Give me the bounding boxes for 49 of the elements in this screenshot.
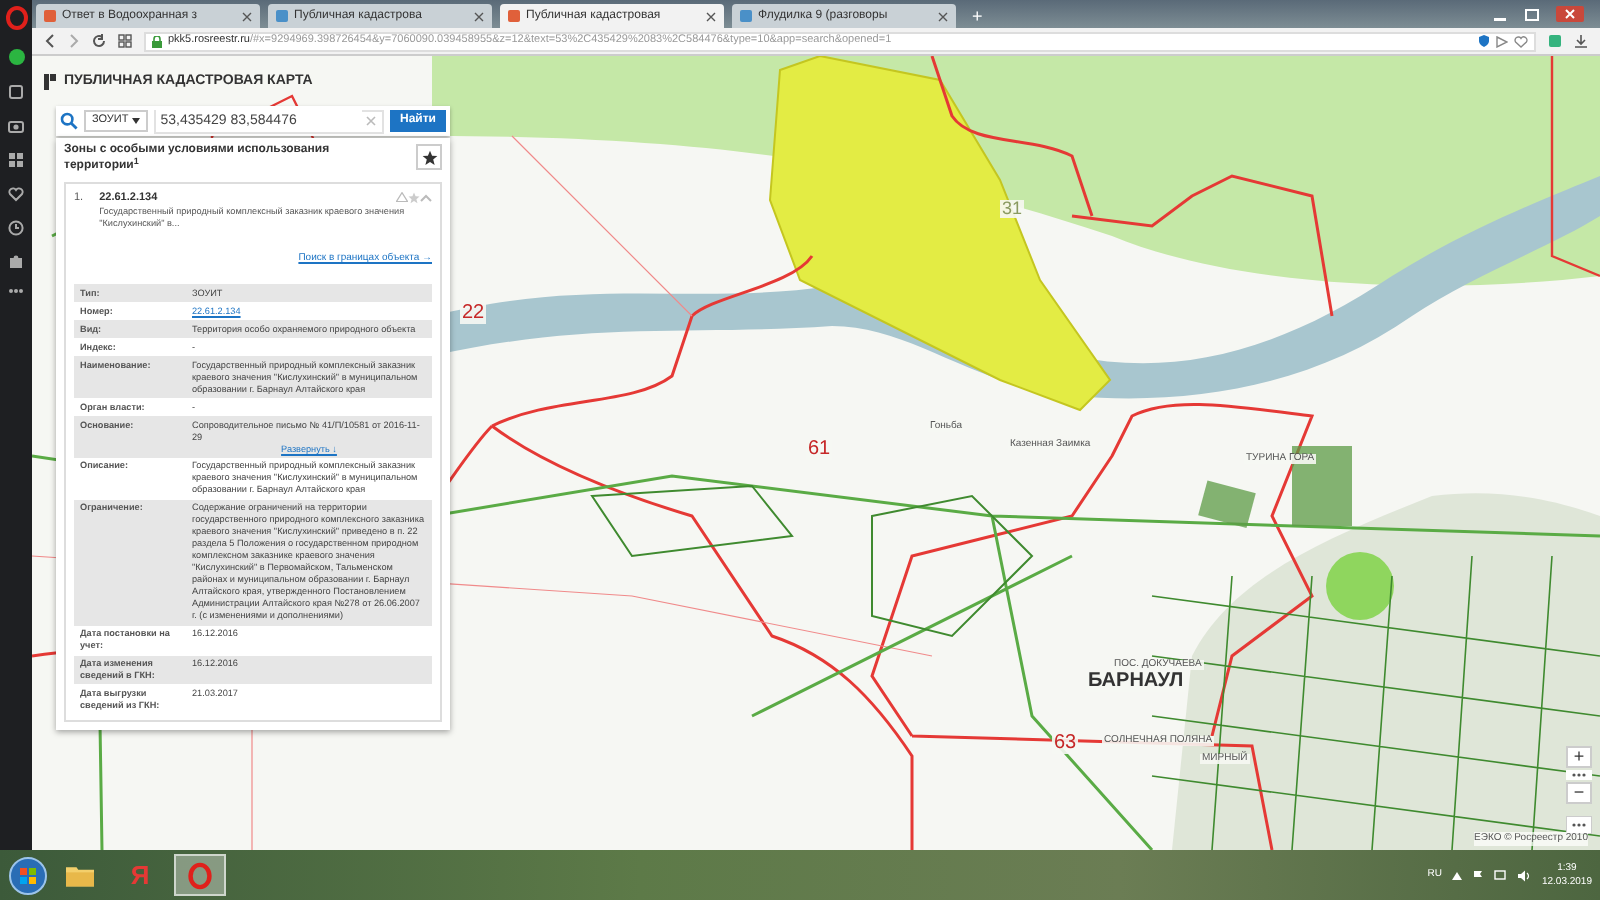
download-icon[interactable]: [1574, 34, 1588, 48]
heart-icon[interactable]: [1514, 35, 1528, 47]
taskbar-app[interactable]: [174, 854, 226, 896]
padlock-icon: [152, 35, 162, 47]
speaker-icon[interactable]: [1517, 869, 1532, 881]
maximize-icon[interactable]: [1524, 7, 1540, 21]
logo-icon: [44, 74, 56, 91]
browser-logo-icon: [188, 859, 212, 891]
caret-icon: [132, 118, 141, 124]
page-icon: [276, 10, 288, 22]
grid-icon[interactable]: [118, 34, 132, 48]
start-icon[interactable]: [8, 855, 48, 895]
flag-icon[interactable]: [1471, 869, 1484, 881]
star-icon[interactable]: [408, 191, 420, 204]
heart-icon[interactable]: [8, 186, 24, 202]
zone-number: 61: [806, 440, 833, 460]
send-icon[interactable]: [1496, 35, 1508, 47]
close-icon[interactable]: [1556, 6, 1584, 22]
grid-icon[interactable]: [8, 152, 24, 168]
close-icon[interactable]: [242, 11, 252, 21]
caret-icon[interactable]: [1451, 871, 1462, 879]
zone-number: 63: [1052, 734, 1079, 754]
browser-logo-icon[interactable]: [5, 6, 27, 30]
folder-icon: [66, 862, 94, 888]
camera-icon[interactable]: [8, 118, 24, 134]
network-icon[interactable]: [1493, 869, 1508, 881]
bookmark-button[interactable]: [416, 144, 442, 170]
city-label: БАРНАУЛ: [1086, 672, 1186, 692]
more-icon[interactable]: [1566, 816, 1592, 834]
zone-number: 22: [460, 304, 487, 324]
star-icon: [421, 149, 438, 165]
back-icon[interactable]: [44, 34, 56, 48]
page-icon: [740, 10, 752, 22]
search-icon[interactable]: [60, 112, 78, 130]
clock-icon[interactable]: [8, 220, 24, 236]
page-icon: [508, 10, 520, 22]
zone-number: 31: [1000, 200, 1025, 218]
close-icon[interactable]: [474, 11, 484, 21]
shield-icon[interactable]: [1478, 34, 1490, 48]
zoom-in-button[interactable]: +: [1566, 746, 1592, 768]
zoom-out-button[interactable]: −: [1566, 782, 1592, 804]
new-tab-button[interactable]: +: [964, 4, 991, 28]
reload-icon[interactable]: [92, 34, 106, 48]
close-icon[interactable]: [938, 11, 948, 21]
square-icon[interactable]: [8, 84, 24, 100]
more-icon[interactable]: [1566, 770, 1592, 780]
close-icon[interactable]: [706, 11, 716, 21]
more-icon[interactable]: [8, 288, 24, 294]
page-icon: [44, 10, 56, 22]
